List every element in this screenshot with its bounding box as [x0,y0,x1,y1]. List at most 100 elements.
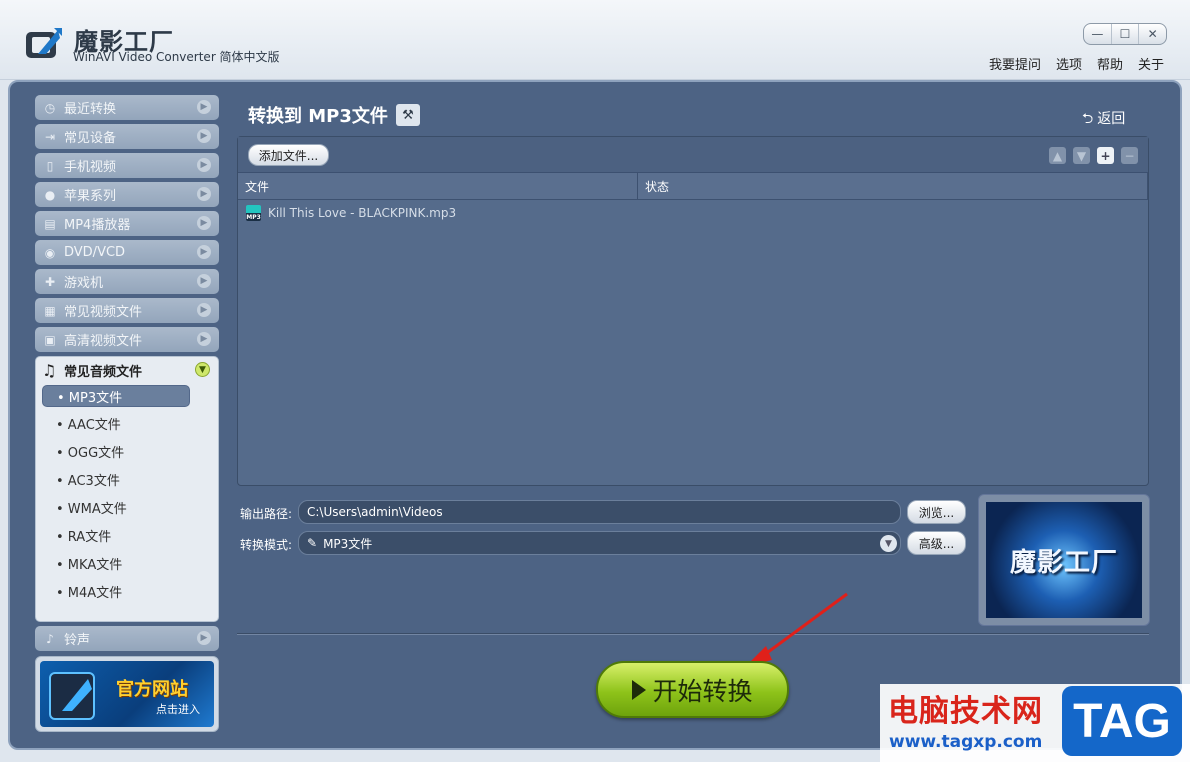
back-button[interactable]: ⮌ 返回 [1082,108,1125,132]
gamepad-icon: ✚ [44,274,56,289]
page-title: 转换到 MP3文件 ⚒ [248,102,420,128]
window-controls: — ☐ ✕ [1083,23,1167,45]
device-icon: ⇥ [44,129,56,144]
format-item-mka[interactable]: • MKA文件 [36,549,218,577]
mp3-file-icon: MP3 [246,205,261,221]
clock-icon: ◷ [44,100,56,115]
preview-logo-text: 魔影工厂 [1009,547,1118,578]
menu-help[interactable]: 帮助 [1097,54,1123,73]
sidebar-item-hd[interactable]: ▣ 高清视频文件 ▶ [35,327,219,352]
hd-icon: ▣ [44,332,56,347]
chevron-right-icon: ▶ [197,100,211,114]
pencil-icon: ✎ [307,536,318,550]
sidebar-item-mp4[interactable]: ▤ MP4播放器 ▶ [35,211,219,236]
move-down-icon[interactable]: ▼ [1073,147,1090,164]
advanced-button[interactable]: 高级... [907,531,966,555]
sidebar-item-recent[interactable]: ◷ 最近转换 ▶ [35,95,219,120]
mp4-player-icon: ▤ [44,216,56,231]
watermark-url: www.tagxp.com [889,732,1043,752]
divider [237,633,1149,635]
format-item-ra[interactable]: • RA文件 [36,521,218,549]
chevron-down-icon[interactable]: ▼ [880,535,897,552]
conversion-mode-label: 转换模式: [240,538,293,552]
sidebar-item-apple[interactable]: ● 苹果系列 ▶ [35,182,219,207]
sidebar: ◷ 最近转换 ▶ ⇥ 常见设备 ▶ ▯ 手机视频 ▶ ● 苹果系列 ▶ ▤ MP… [35,95,219,732]
add-icon[interactable]: + [1097,147,1114,164]
app-subtitle: WinAVI Video Converter 简体中文版 [73,50,280,64]
cube-logo-icon [49,672,95,720]
output-path-field[interactable]: C:\Users\admin\Videos [298,500,901,524]
annotation-arrow-icon [746,592,848,666]
start-convert-button[interactable]: 开始转换 [596,661,789,718]
move-up-icon[interactable]: ▲ [1049,147,1066,164]
sidebar-item-phone[interactable]: ▯ 手机视频 ▶ [35,153,219,178]
sidebar-item-label: 高清视频文件 [64,334,143,349]
phone-icon: ▯ [46,158,54,173]
format-item-aac[interactable]: • AAC文件 [36,409,218,437]
file-name: Kill This Love - BLACKPINK.mp3 [268,206,457,220]
sidebar-item-video[interactable]: ▦ 常见视频文件 ▶ [35,298,219,323]
file-table-header: 文件 状态 [238,173,1148,200]
sidebar-item-label: 常见视频文件 [64,305,143,320]
site-banner-subtitle: 点击进入 [156,703,200,716]
site-banner-title: 官方网站 [116,679,188,700]
maximize-icon[interactable]: ☐ [1112,24,1140,44]
remove-icon[interactable]: − [1121,147,1138,164]
preview-panel: 魔影工厂 [978,494,1150,626]
settings-tools-icon[interactable]: ⚒ [395,104,420,126]
official-site-banner[interactable]: 官方网站 点击进入 [35,656,219,732]
close-icon[interactable]: ✕ [1139,24,1166,44]
app-logo-icon [26,28,62,58]
sidebar-item-label: 铃声 [64,633,91,648]
conversion-mode-value: MP3文件 [323,536,373,551]
sidebar-item-label: 常见设备 [64,131,117,146]
menu-ask-question[interactable]: 我要提问 [989,54,1041,73]
conversion-mode-select[interactable]: ✎ MP3文件 ▼ [298,531,901,555]
column-file[interactable]: 文件 [238,173,638,199]
chevron-right-icon: ▶ [197,274,211,288]
add-file-button[interactable]: 添加文件... [248,144,329,166]
chevron-right-icon: ▶ [197,332,211,346]
bell-icon: ♪ [46,631,54,646]
chevron-right-icon: ▶ [197,245,211,259]
disc-icon: ◉ [44,245,56,260]
format-item-wma[interactable]: • WMA文件 [36,493,218,521]
format-item-m4a[interactable]: • M4A文件 [36,577,218,605]
menu-options[interactable]: 选项 [1056,54,1082,73]
sidebar-item-dvd[interactable]: ◉ DVD/VCD ▶ [35,240,219,265]
page-title-text: 转换到 MP3文件 [248,106,388,127]
chevron-right-icon: ▶ [197,158,211,172]
sidebar-item-label: 手机视频 [64,160,117,175]
sidebar-item-audio[interactable]: ♫ 常见音频文件 ▼ [36,357,218,383]
column-status[interactable]: 状态 [638,173,1148,199]
sidebar-item-ringtone[interactable]: ♪ 铃声 ▶ [35,626,219,651]
format-item-ac3[interactable]: • AC3文件 [36,465,218,493]
format-item-mp3[interactable]: • MP3文件 [42,385,190,407]
chevron-right-icon: ▶ [197,216,211,230]
film-icon: ▦ [44,303,56,318]
table-row[interactable]: MP3 Kill This Love - BLACKPINK.mp3 [238,200,1148,226]
apple-icon: ● [44,187,56,202]
format-item-ogg[interactable]: • OGG文件 [36,437,218,465]
minimize-icon[interactable]: — [1084,24,1112,44]
chevron-right-icon: ▶ [197,303,211,317]
sidebar-section-audio: ♫ 常见音频文件 ▼ • MP3文件 • AAC文件 • OGG文件 • AC3… [35,356,219,622]
list-tools: ▲ ▼ + − [1049,147,1138,164]
chevron-right-icon: ▶ [197,631,211,645]
start-convert-label: 开始转换 [652,676,753,706]
menu-about[interactable]: 关于 [1138,54,1164,73]
chevron-right-icon: ▶ [197,129,211,143]
output-path-label: 输出路径: [240,507,293,521]
sidebar-item-label: DVD/VCD [64,245,126,260]
sidebar-item-game[interactable]: ✚ 游戏机 ▶ [35,269,219,294]
play-icon [632,679,647,700]
sidebar-item-devices[interactable]: ⇥ 常见设备 ▶ [35,124,219,149]
watermark-site-name: 电脑技术网 [888,694,1043,729]
preview-image: 魔影工厂 [986,502,1142,618]
watermark-tag-logo: TAG [1062,686,1182,756]
sidebar-item-label: 常见音频文件 [64,364,143,380]
browse-button[interactable]: 浏览... [907,500,966,524]
banner-background: 官方网站 点击进入 [40,661,214,727]
chevron-down-icon: ▼ [195,362,210,377]
output-path-value: C:\Users\admin\Videos [307,505,443,519]
